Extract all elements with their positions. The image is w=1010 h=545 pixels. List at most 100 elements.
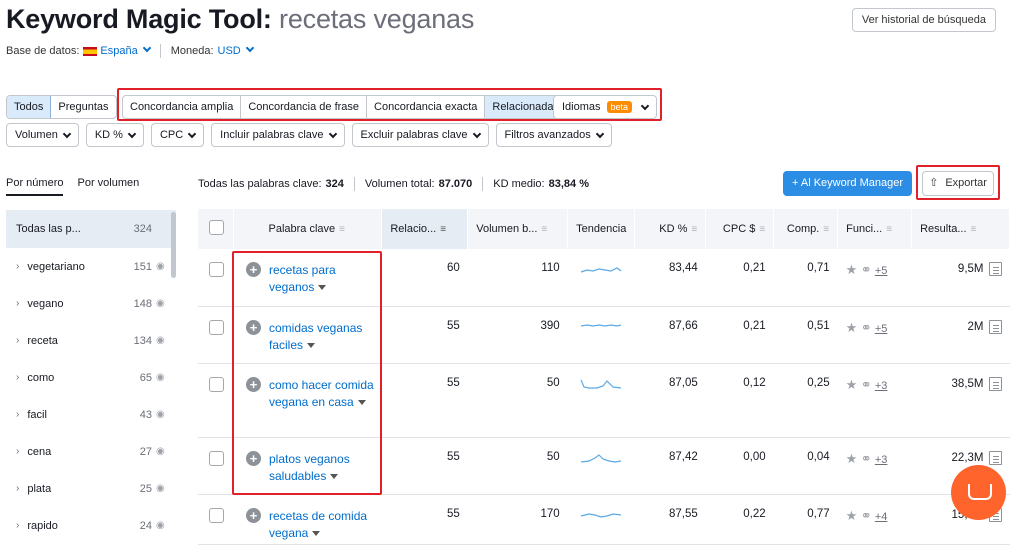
eye-icon[interactable]: ◉ (156, 409, 168, 420)
chevron-down-icon (328, 129, 337, 138)
col-cpc[interactable]: CPC $ ≡ (705, 209, 775, 249)
eye-icon[interactable]: ◉ (156, 446, 168, 457)
chevron-down-icon (187, 129, 197, 138)
tab-by-number[interactable]: Por número (6, 177, 64, 196)
link-icon: ⚭ (860, 262, 872, 277)
languages-dropdown[interactable]: Idiomas beta (553, 95, 658, 119)
eye-icon[interactable]: ◉ (156, 298, 168, 309)
currency-selector[interactable]: USD (218, 43, 254, 57)
filter-volume[interactable]: Volumen (6, 123, 79, 147)
add-keyword-icon[interactable]: + (245, 507, 261, 523)
serp-icon[interactable] (988, 262, 1002, 276)
sort-icon: ≡ (823, 224, 830, 235)
volume-cell: 170 (467, 494, 568, 545)
select-all-checkbox-cell[interactable] (198, 209, 235, 249)
search-history-button[interactable]: Ver historial de búsqueda (851, 8, 996, 32)
trend-cell (567, 363, 635, 438)
chevron-right-icon: › (16, 483, 20, 494)
features-cell: ★ ⚭ +5 (837, 249, 912, 307)
row-checkbox[interactable] (209, 507, 224, 523)
select-all-checkbox[interactable] (209, 220, 224, 235)
filter-include-keywords[interactable]: Incluir palabras clave (211, 123, 345, 147)
row-checkbox-cell[interactable] (198, 306, 234, 364)
group-item[interactable]: › cena 27 ◉ (6, 433, 176, 470)
link-icon: ⚭ (860, 450, 872, 466)
col-keyword[interactable]: Palabra clave ≡ (233, 209, 383, 249)
row-checkbox[interactable] (209, 319, 224, 335)
kd-cell: 83,44 (634, 249, 706, 307)
group-item[interactable]: › vegetariano 151 ◉ (6, 248, 176, 285)
link-icon: ⚭ (860, 507, 872, 523)
keyword-highlight (232, 251, 382, 495)
more-features-link[interactable]: +3 (875, 454, 888, 466)
row-checkbox-cell[interactable] (198, 249, 234, 307)
competition-cell: 0,51 (773, 306, 838, 364)
tab-exact-match[interactable]: Concordancia exacta (367, 96, 486, 118)
group-item[interactable]: › vegano 148 ◉ (6, 285, 176, 322)
keyword-link[interactable]: recetas de comida vegana (269, 508, 374, 542)
col-results[interactable]: Resulta... ≡ (911, 209, 1010, 249)
more-features-link[interactable]: +3 (875, 380, 888, 392)
row-checkbox-cell[interactable] (198, 437, 234, 495)
languages-label: Idiomas (562, 101, 601, 113)
row-checkbox[interactable] (209, 376, 224, 392)
sidebar-scrollbar[interactable] (171, 212, 176, 278)
more-features-link[interactable]: +5 (875, 265, 888, 277)
col-competition[interactable]: Comp. ≡ (773, 209, 839, 249)
col-features[interactable]: Funci... ≡ (837, 209, 913, 249)
keyword-manager-button[interactable]: + Al Keyword Manager (783, 171, 912, 196)
chevron-down-icon (640, 101, 650, 110)
eye-icon[interactable]: ◉ (156, 483, 168, 494)
group-item[interactable]: › plata 25 ◉ (6, 470, 176, 507)
group-item[interactable]: Todas las p... 324 (6, 210, 176, 248)
eye-icon[interactable]: ◉ (156, 261, 168, 272)
eye-icon[interactable]: ◉ (156, 335, 168, 346)
features-cell: ★ ⚭ +3 (837, 437, 912, 495)
chevron-down-icon (595, 129, 604, 138)
col-volume[interactable]: Volumen b... ≡ (467, 209, 569, 249)
row-checkbox-cell[interactable] (198, 363, 234, 438)
page-title: Keyword Magic Tool: recetas veganas (6, 4, 474, 35)
tab-phrase-match[interactable]: Concordancia de frase (241, 96, 368, 118)
star-icon: ★ (845, 507, 858, 523)
group-item[interactable]: › como 65 ◉ (6, 359, 176, 396)
tab-all[interactable]: Todos (7, 96, 52, 118)
chat-widget-button[interactable] (951, 465, 1006, 520)
serp-icon[interactable] (988, 450, 1002, 465)
upload-icon: ⇧ (929, 177, 939, 189)
trend-sparkline (581, 323, 622, 327)
col-kd[interactable]: KD % ≡ (634, 209, 707, 249)
filter-exclude-keywords[interactable]: Excluir palabras clave (351, 123, 489, 147)
serp-icon[interactable] (988, 376, 1002, 391)
export-button[interactable]: ⇧ Exportar (922, 171, 994, 196)
database-selector[interactable]: España (100, 43, 151, 57)
filter-kd[interactable]: KD % (85, 123, 144, 147)
filter-advanced[interactable]: Filtros avanzados (495, 123, 612, 147)
trend-cell (567, 249, 635, 307)
row-checkbox[interactable] (209, 262, 224, 277)
col-relation[interactable]: Relacio... ≡ (381, 209, 469, 249)
eye-icon[interactable]: ◉ (156, 372, 168, 383)
filter-cpc[interactable]: CPC (150, 123, 205, 147)
cpc-cell: 0,00 (705, 437, 774, 495)
group-item[interactable]: › facil 43 ◉ (6, 396, 176, 433)
competition-cell: 0,71 (773, 249, 838, 307)
divider (159, 44, 161, 58)
group-item[interactable]: › rapido 24 ◉ (6, 507, 176, 544)
relation-cell: 55 (381, 494, 468, 545)
eye-icon[interactable]: ◉ (156, 520, 168, 531)
more-features-link[interactable]: +5 (875, 323, 888, 335)
group-item[interactable]: › receta 134 ◉ (6, 322, 176, 359)
serp-icon[interactable] (988, 319, 1002, 334)
results-cell: 9,5M (911, 249, 1010, 307)
tab-broad-match[interactable]: Concordancia amplia (123, 96, 242, 118)
summary-bar: Todas las palabras clave: 324 Volumen tot… (198, 177, 589, 191)
tab-questions[interactable]: Preguntas (51, 96, 115, 118)
row-checkbox-cell[interactable] (198, 494, 234, 545)
tab-by-volume[interactable]: Por volumen (77, 177, 139, 196)
more-features-link[interactable]: +4 (875, 511, 888, 523)
row-checkbox[interactable] (209, 450, 224, 466)
chevron-right-icon: › (16, 409, 20, 420)
caret-down-icon[interactable] (312, 530, 321, 536)
trend-cell (567, 306, 635, 364)
